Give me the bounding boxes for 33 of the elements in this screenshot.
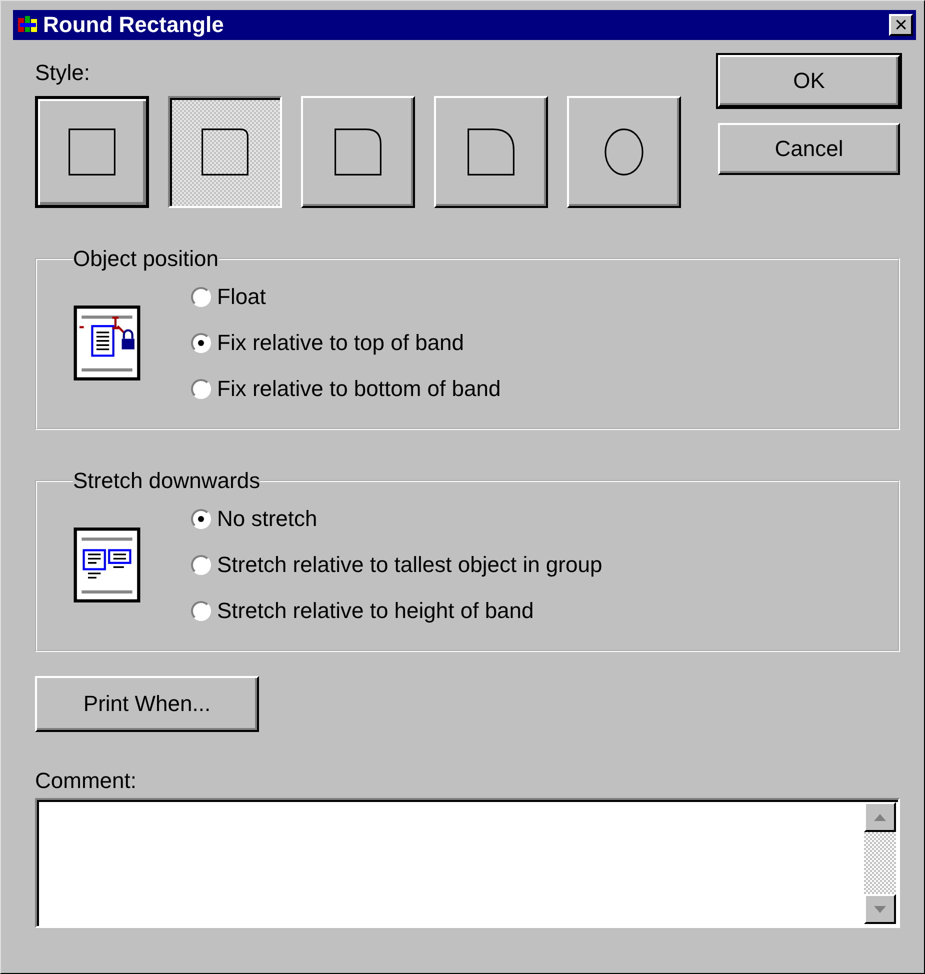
group-title: Stretch downwards	[73, 468, 260, 494]
option-label: No stretch	[217, 506, 318, 532]
radio-option[interactable]: Float	[191, 284, 501, 310]
radio-option[interactable]: Stretch relative to height of band	[191, 598, 602, 624]
radio-button[interactable]	[191, 601, 211, 621]
down-arrow-icon	[874, 906, 886, 912]
window-title: Round Rectangle	[43, 12, 225, 38]
style-option[interactable]	[168, 96, 282, 208]
radio-option[interactable]: Fix relative to top of band	[191, 330, 501, 356]
comment-label: Comment:	[35, 768, 136, 794]
scroll-up-button[interactable]	[864, 802, 896, 832]
group-title: Object position	[73, 246, 219, 272]
document-columns-icon	[73, 527, 141, 603]
option-label: Fix relative to top of band	[217, 330, 464, 356]
comment-field[interactable]	[35, 798, 900, 928]
option-label: Stretch relative to height of band	[217, 598, 534, 624]
radio-button[interactable]	[191, 333, 211, 353]
close-button[interactable]: ×	[889, 14, 913, 36]
option-label: Float	[217, 284, 266, 310]
style-option[interactable]	[35, 96, 149, 208]
radio-button[interactable]	[191, 509, 211, 529]
radio-option[interactable]: No stretch	[191, 506, 602, 532]
cancel-button[interactable]: Cancel	[718, 123, 900, 175]
radio-button[interactable]	[191, 555, 211, 575]
ok-button[interactable]: OK	[718, 55, 900, 107]
print-when-button[interactable]: Print When...	[35, 676, 259, 732]
scrollbar[interactable]	[864, 802, 896, 924]
radio-button[interactable]	[191, 379, 211, 399]
up-arrow-icon	[874, 814, 886, 820]
radio-button[interactable]	[191, 287, 211, 307]
document-lock-icon	[73, 305, 141, 381]
scroll-down-button[interactable]	[864, 894, 896, 924]
style-label: Style:	[35, 60, 90, 86]
